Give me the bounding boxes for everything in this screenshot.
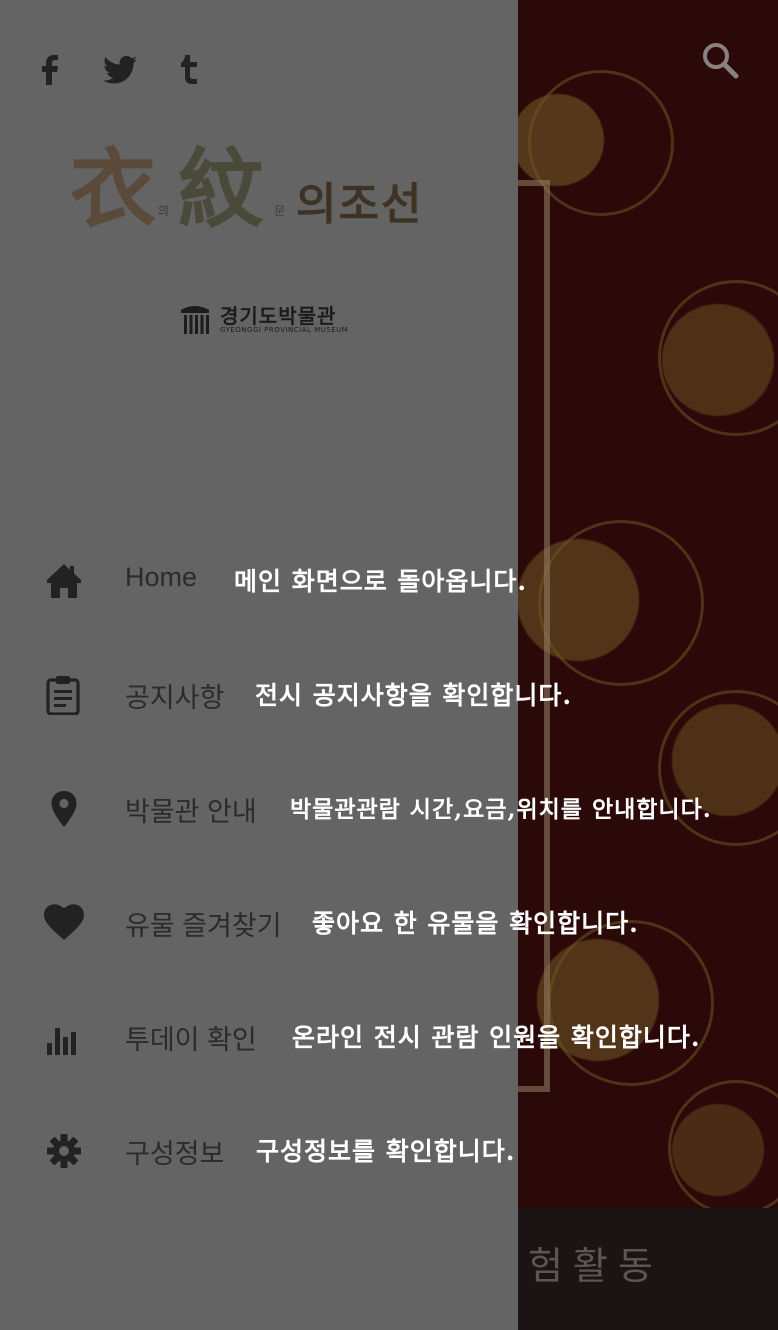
menu-description: 메인 화면으로 돌아옵니다. [234, 567, 528, 596]
search-icon[interactable] [700, 40, 740, 80]
menu-item-favorites[interactable]: 유물 즐겨찾기 좋아요 한 유물을 확인합니다. [0, 892, 778, 952]
heart-icon [44, 904, 84, 940]
menu-label: 유물 즐겨찾기 [125, 911, 282, 941]
facebook-icon[interactable] [36, 52, 64, 88]
twitter-icon[interactable] [100, 52, 140, 88]
menu-description: 박물관관람 시간,요금,위치를 안내합니다. [290, 796, 712, 823]
menu-description: 좋아요 한 유물을 확인합니다. [312, 909, 639, 938]
menu-label: 박물관 안내 [125, 797, 257, 827]
menu-item-home[interactable]: Home 메인 화면으로 돌아옵니다. [0, 550, 778, 610]
menu-item-today[interactable]: 투데이 확인 온라인 전시 관람 인원을 확인합니다. [0, 1006, 778, 1066]
bg-pattern [658, 280, 778, 436]
menu-label: 투데이 확인 [125, 1025, 257, 1055]
museum-name-en: GYEONGGI PROVINCIAL MUSEUM [220, 326, 349, 334]
menu-label: Home [125, 562, 198, 592]
clipboard-icon [46, 676, 80, 715]
menu-description: 전시 공지사항을 확인합니다. [255, 681, 573, 710]
museum-pillar-icon [181, 306, 209, 334]
menu-label: 공지사항 [125, 683, 225, 713]
location-pin-icon [51, 791, 77, 827]
museum-name: 경기도박물관 [220, 304, 337, 328]
navigation-drawer: 衣 의 紋 문 의조선 경기도박물관 GYEONGGI PROVINCIAL M… [0, 0, 711, 1330]
museum-logo: 경기도박물관 GYEONGGI PROVINCIAL MUSEUM [180, 300, 350, 340]
home-icon [47, 564, 81, 598]
menu-label: 구성정보 [125, 1139, 225, 1169]
logo-hanja-1: 衣 [70, 139, 156, 240]
logo-hanja-2: 紋 [178, 139, 264, 240]
menu-description: 구성정보를 확인합니다. [256, 1137, 516, 1166]
tumblr-icon[interactable] [176, 52, 204, 88]
logo-small-2: 문 [274, 204, 286, 218]
menu-item-museum-info[interactable]: 박물관 안내 박물관관람 시간,요금,위치를 안내합니다. [0, 778, 778, 838]
logo-suffix: 의조선 [296, 179, 424, 230]
exhibition-logo: 衣 의 紋 문 의조선 [70, 140, 450, 250]
menu-item-notice[interactable]: 공지사항 전시 공지사항을 확인합니다. [0, 664, 778, 724]
bar-chart-icon [47, 1028, 76, 1055]
logo-small-1: 의 [158, 204, 170, 218]
gear-icon [47, 1134, 81, 1168]
menu-item-settings-info[interactable]: 구성정보 구성정보를 확인합니다. [0, 1120, 778, 1180]
bottom-tab-label[interactable]: 체험활동 [483, 1235, 743, 1295]
menu-description: 온라인 전시 관람 인원을 확인합니다. [292, 1023, 701, 1052]
bg-frame [518, 180, 550, 1092]
